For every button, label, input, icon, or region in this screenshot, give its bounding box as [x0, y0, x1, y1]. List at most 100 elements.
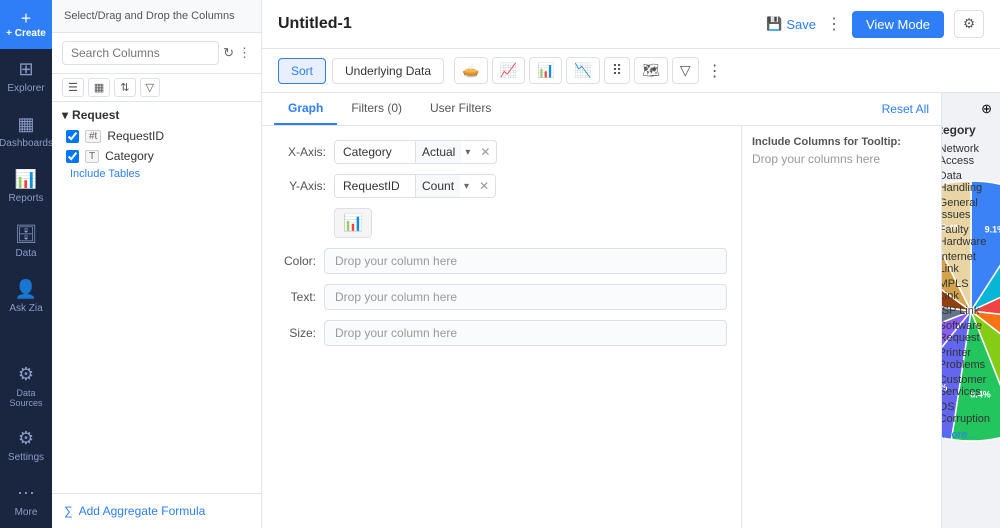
tooltip-title: Include Columns for Tooltip: [752, 136, 931, 148]
tooltip-drop-area[interactable]: Drop your columns here [752, 152, 931, 212]
view-mode-button[interactable]: View Mode [852, 11, 944, 38]
add-aggregate-text: Add Aggregate Formula [79, 504, 206, 518]
sidebar-item-dashboards[interactable]: ▦ Dashboards [0, 104, 52, 159]
filter-button[interactable]: ▽ [140, 78, 160, 97]
yaxis-agg[interactable]: Count [415, 175, 460, 197]
yaxis-dropdown-icon[interactable]: ▾ [460, 177, 473, 196]
sort-button[interactable]: Sort [278, 58, 326, 84]
legend-label: Printer Problems [942, 347, 990, 371]
column-requestid: #t RequestID [62, 126, 251, 146]
color-row: Color: Drop your column here [276, 248, 727, 274]
yaxis-row: Y-Axis: RequestID Count ▾ ✕ [276, 174, 727, 198]
options-icon[interactable]: ⋮ [826, 14, 842, 34]
data-sources-label: Data Sources [4, 388, 48, 408]
sidebar-item-reports[interactable]: 📊 Reports [0, 159, 52, 214]
tab-user-filters[interactable]: User Filters [416, 93, 505, 125]
pie-chart-button[interactable]: 🥧 [454, 57, 487, 84]
gear-button[interactable]: ⚙ [954, 10, 984, 38]
tab-filters[interactable]: Filters (0) [337, 93, 416, 125]
xaxis-value: Category [335, 141, 415, 163]
size-row: Size: Drop your column here [276, 320, 727, 346]
create-button[interactable]: ＋ + Create [0, 0, 52, 49]
legend-label: Customer Services [942, 374, 990, 398]
sidebar-item-data-sources[interactable]: ⚙ Data Sources [0, 354, 52, 418]
table-view-button[interactable]: ☰ [62, 78, 84, 97]
sidebar-item-explorer[interactable]: ⊞ Explorer [0, 49, 52, 104]
color-placeholder: Drop your column here [335, 254, 457, 268]
left-navigation: ＋ + Create ⊞ Explorer ▦ Dashboards 📊 Rep… [0, 0, 52, 528]
chart-type-selector[interactable]: 📊 [334, 208, 372, 238]
sidebar-item-settings[interactable]: ⚙ Settings [0, 418, 52, 473]
section-title[interactable]: ▾ Request [62, 108, 251, 122]
size-placeholder: Drop your column here [335, 326, 457, 340]
xaxis-field: Category Actual ▾ ✕ [334, 140, 497, 164]
sidebar-item-more[interactable]: ⋯ More [0, 473, 52, 528]
more-label: More [15, 507, 38, 518]
save-button[interactable]: 💾 Save [766, 16, 816, 32]
formula-icon: ∑ [64, 504, 73, 518]
sidebar-toolbar: ☰ ▦ ⇅ ▽ [52, 74, 261, 102]
sidebar-item-data[interactable]: 🗄 Data [0, 214, 52, 269]
chart-legend: Category Network AccessData HandlingGene… [942, 123, 990, 441]
category-type-badge: T [85, 150, 99, 163]
save-icon: 💾 [766, 16, 782, 32]
size-drop-field[interactable]: Drop your column here [324, 320, 727, 346]
requestid-checkbox[interactable] [66, 130, 79, 143]
legend-more[interactable]: + 1 more... [942, 429, 990, 441]
config-panel: Graph Filters (0) User Filters Reset All… [262, 93, 942, 528]
legend-item: MPLS Link [942, 278, 990, 302]
line-chart-button[interactable]: 📈 [492, 57, 525, 84]
list-view-button[interactable]: ▦ [88, 78, 110, 97]
main-content: Untitled-1 💾 Save ⋮ View Mode ⚙ Sort Und… [262, 0, 1000, 528]
content-area: Graph Filters (0) User Filters Reset All… [262, 93, 1000, 528]
text-drop-field[interactable]: Drop your column here [324, 284, 727, 310]
data-sources-icon: ⚙ [18, 364, 34, 385]
add-aggregate-formula[interactable]: ∑ Add Aggregate Formula [52, 493, 261, 528]
axis-config-section: X-Axis: Category Actual ▾ ✕ Y-Axis: Requ… [262, 126, 741, 528]
text-row: Text: Drop your column here [276, 284, 727, 310]
xaxis-close-icon[interactable]: ✕ [474, 141, 496, 163]
save-label: Save [786, 17, 816, 32]
xaxis-agg[interactable]: Actual [415, 141, 461, 163]
legend-item: Customer Services [942, 374, 990, 398]
legend-item: ISP Link [942, 305, 990, 317]
toolbar-more-icon[interactable]: ⋮ [707, 61, 723, 81]
dashboards-icon: ▦ [17, 114, 34, 135]
sort-toggle-button[interactable]: ⇅ [114, 78, 135, 97]
data-icon: 🗄 [15, 224, 38, 245]
legend-label: ISP Link [942, 305, 979, 317]
yaxis-value: RequestID [335, 175, 415, 197]
grid-icon[interactable]: ⋮ [238, 45, 251, 61]
reset-all-button[interactable]: Reset All [882, 93, 929, 125]
area-chart-button[interactable]: 📉 [566, 57, 599, 84]
legend-label: OS Corruption [942, 401, 990, 425]
yaxis-close-icon[interactable]: ✕ [473, 175, 495, 197]
refresh-icon[interactable]: ↻ [223, 45, 234, 61]
legend-item: Data Handling [942, 170, 990, 194]
legend-title: Category [942, 123, 990, 137]
create-label: + Create [6, 28, 46, 39]
legend-item: Software Request [942, 320, 990, 344]
search-input[interactable] [62, 41, 219, 65]
explorer-label: Explorer [7, 83, 44, 94]
color-drop-field[interactable]: Drop your column here [324, 248, 727, 274]
ask-zia-label: Ask Zia [9, 303, 42, 314]
sidebar-item-ask-zia[interactable]: 👤 Ask Zia [0, 269, 52, 324]
xaxis-dropdown-icon[interactable]: ▾ [461, 143, 474, 162]
legend-item: Printer Problems [942, 347, 990, 371]
category-name: Category [105, 149, 154, 163]
chart-type-icons: 🥧 📈 📊 📉 ⠿ 🗺 ▽ [454, 57, 699, 84]
scatter-chart-button[interactable]: ⠿ [604, 57, 630, 84]
ask-zia-icon: 👤 [15, 279, 37, 300]
text-placeholder: Drop your column here [335, 290, 457, 304]
map-chart-button[interactable]: 🗺 [634, 57, 668, 84]
settings-label: Settings [8, 452, 44, 463]
bar-chart-button[interactable]: 📊 [529, 57, 562, 84]
tab-graph[interactable]: Graph [274, 93, 337, 125]
legend-label: Internet Link [942, 251, 990, 275]
category-checkbox[interactable] [66, 150, 79, 163]
funnel-chart-button[interactable]: ▽ [672, 57, 699, 84]
underlying-data-button[interactable]: Underlying Data [332, 58, 444, 84]
include-tables-link[interactable]: Include Tables [62, 166, 251, 182]
legend-item: OS Corruption [942, 401, 990, 425]
